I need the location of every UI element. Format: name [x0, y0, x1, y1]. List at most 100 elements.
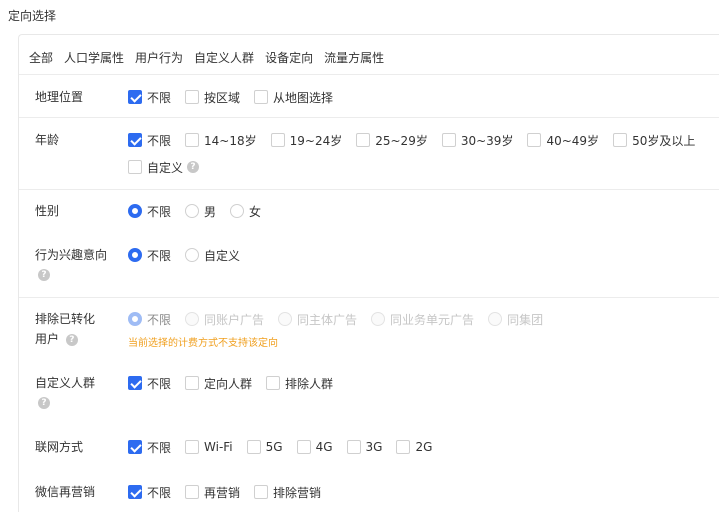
location-option-by-region[interactable]: 按区域	[185, 89, 240, 106]
network-label: 联网方式	[35, 440, 84, 454]
radio-selected[interactable]	[128, 248, 142, 262]
exclude-option-same-business-unit[interactable]: 同业务单元广告	[371, 311, 474, 328]
tab-device[interactable]: 设备定向	[265, 49, 313, 66]
checkbox[interactable]	[270, 133, 285, 147]
checkbox[interactable]	[254, 485, 269, 499]
checkbox[interactable]	[246, 440, 261, 454]
tab-demographics[interactable]: 人口学属性	[64, 49, 124, 66]
exclude-option-same-group[interactable]: 同集团	[488, 311, 543, 328]
divider	[19, 189, 719, 190]
audience-option-target[interactable]: 定向人群	[185, 375, 252, 392]
checkbox-checked[interactable]	[128, 133, 142, 147]
age-option-40-49[interactable]: 40~49岁	[527, 132, 599, 149]
age-option-30-39[interactable]: 30~39岁	[441, 132, 513, 149]
network-option-unlimited[interactable]: 不限	[128, 439, 171, 456]
tab-traffic-attributes[interactable]: 流量方属性	[324, 49, 384, 66]
network-option-4g[interactable]: 4G	[296, 440, 333, 454]
section-title: 定向选择	[8, 9, 57, 23]
radio-disabled[interactable]	[371, 312, 386, 326]
gender-options: 不限 男 女	[128, 201, 275, 221]
age-option-custom[interactable]: 自定义	[128, 159, 183, 176]
help-icon[interactable]: ?	[65, 333, 78, 346]
wechat-option-exclude-marketing[interactable]: 排除营销	[254, 484, 321, 501]
exclude-option-same-account[interactable]: 同账户广告	[185, 311, 264, 328]
radio-selected-disabled[interactable]	[128, 312, 142, 326]
exclude-options: 不限 同账户广告 同主体广告 同业务单元广告 同集团	[128, 309, 557, 329]
checkbox[interactable]	[296, 440, 311, 454]
age-option-25-29[interactable]: 25~29岁	[356, 132, 428, 149]
checkbox[interactable]	[254, 90, 269, 104]
interest-options: 不限 自定义	[128, 245, 254, 265]
age-label: 年龄	[35, 133, 60, 147]
age-options: 不限 14~18岁 19~24岁 25~29岁 30~39岁 40~49岁 50…	[128, 130, 709, 150]
help-icon[interactable]: ?	[38, 397, 50, 409]
checkbox[interactable]	[441, 133, 456, 147]
age-option-unlimited[interactable]: 不限	[128, 132, 171, 149]
radio[interactable]	[185, 248, 200, 262]
wechat-option-remarketing[interactable]: 再营销	[185, 484, 240, 501]
checkbox[interactable]	[396, 440, 411, 454]
checkbox[interactable]	[185, 376, 200, 390]
audience-option-unlimited[interactable]: 不限	[128, 375, 171, 392]
age-option-19-24[interactable]: 19~24岁	[270, 132, 342, 149]
network-options: 不限 Wi-Fi 5G 4G 3G 2G	[128, 437, 446, 457]
checkbox[interactable]	[527, 133, 542, 147]
checkbox[interactable]	[613, 133, 628, 147]
gender-option-male[interactable]: 男	[185, 203, 216, 220]
wechat-label: 微信再营销	[35, 485, 96, 499]
radio-disabled[interactable]	[488, 312, 503, 326]
network-option-wifi[interactable]: Wi-Fi	[185, 440, 233, 454]
targeting-card: 全部 人口学属性 用户行为 自定义人群 设备定向 流量方属性 地理位置 不限 按…	[18, 34, 719, 512]
wechat-options: 不限 再营销 排除营销	[128, 482, 335, 502]
checkbox-checked[interactable]	[128, 440, 142, 454]
network-option-2g[interactable]: 2G	[396, 440, 432, 454]
checkbox[interactable]	[185, 485, 200, 499]
checkbox[interactable]	[128, 160, 142, 174]
exclude-warning-text: 当前选择的计费方式不支持该定向	[128, 338, 278, 349]
checkbox-checked[interactable]	[128, 485, 142, 499]
radio[interactable]	[230, 204, 245, 218]
checkbox[interactable]	[185, 90, 200, 104]
exclude-label-line2-wrap: 用户 ?	[35, 329, 78, 349]
network-option-5g[interactable]: 5G	[246, 440, 283, 454]
interest-option-custom[interactable]: 自定义	[185, 247, 240, 264]
radio[interactable]	[185, 204, 200, 218]
tab-all[interactable]: 全部	[29, 49, 53, 66]
exclude-label-line1: 排除已转化	[35, 312, 96, 326]
checkbox[interactable]	[185, 133, 200, 147]
radio-disabled[interactable]	[185, 312, 200, 326]
interest-label: 行为兴趣意向	[35, 248, 108, 262]
checkbox[interactable]	[185, 440, 200, 454]
audience-label: 自定义人群	[35, 376, 96, 390]
exclude-option-same-entity[interactable]: 同主体广告	[278, 311, 357, 328]
exclude-option-unlimited[interactable]: 不限	[128, 311, 171, 328]
location-options: 不限 按区域 从地图选择	[128, 87, 347, 107]
age-option-50-plus[interactable]: 50岁及以上	[613, 132, 695, 149]
location-option-unlimited[interactable]: 不限	[128, 89, 171, 106]
location-label: 地理位置	[35, 90, 84, 104]
category-tabs: 全部 人口学属性 用户行为 自定义人群 设备定向 流量方属性	[29, 49, 395, 66]
location-option-from-map[interactable]: 从地图选择	[254, 89, 333, 106]
exclude-label-line2: 用户	[35, 332, 60, 346]
divider	[19, 297, 719, 298]
wechat-option-unlimited[interactable]: 不限	[128, 484, 171, 501]
audience-options: 不限 定向人群 排除人群	[128, 373, 347, 393]
age-option-14-18[interactable]: 14~18岁	[185, 132, 257, 149]
network-option-3g[interactable]: 3G	[346, 440, 382, 454]
checkbox[interactable]	[266, 376, 281, 390]
checkbox-checked[interactable]	[128, 90, 142, 104]
interest-option-unlimited[interactable]: 不限	[128, 247, 171, 264]
gender-label: 性别	[35, 204, 60, 218]
checkbox[interactable]	[346, 440, 361, 454]
gender-option-unlimited[interactable]: 不限	[128, 203, 171, 220]
checkbox[interactable]	[356, 133, 371, 147]
help-icon[interactable]: ?	[187, 161, 200, 173]
tab-user-behavior[interactable]: 用户行为	[135, 49, 183, 66]
tab-custom-audience[interactable]: 自定义人群	[194, 49, 254, 66]
checkbox-checked[interactable]	[128, 376, 142, 390]
radio-disabled[interactable]	[278, 312, 293, 326]
help-icon[interactable]: ?	[38, 269, 50, 281]
radio-selected[interactable]	[128, 204, 142, 218]
audience-option-exclude[interactable]: 排除人群	[266, 375, 333, 392]
gender-option-female[interactable]: 女	[230, 203, 261, 220]
